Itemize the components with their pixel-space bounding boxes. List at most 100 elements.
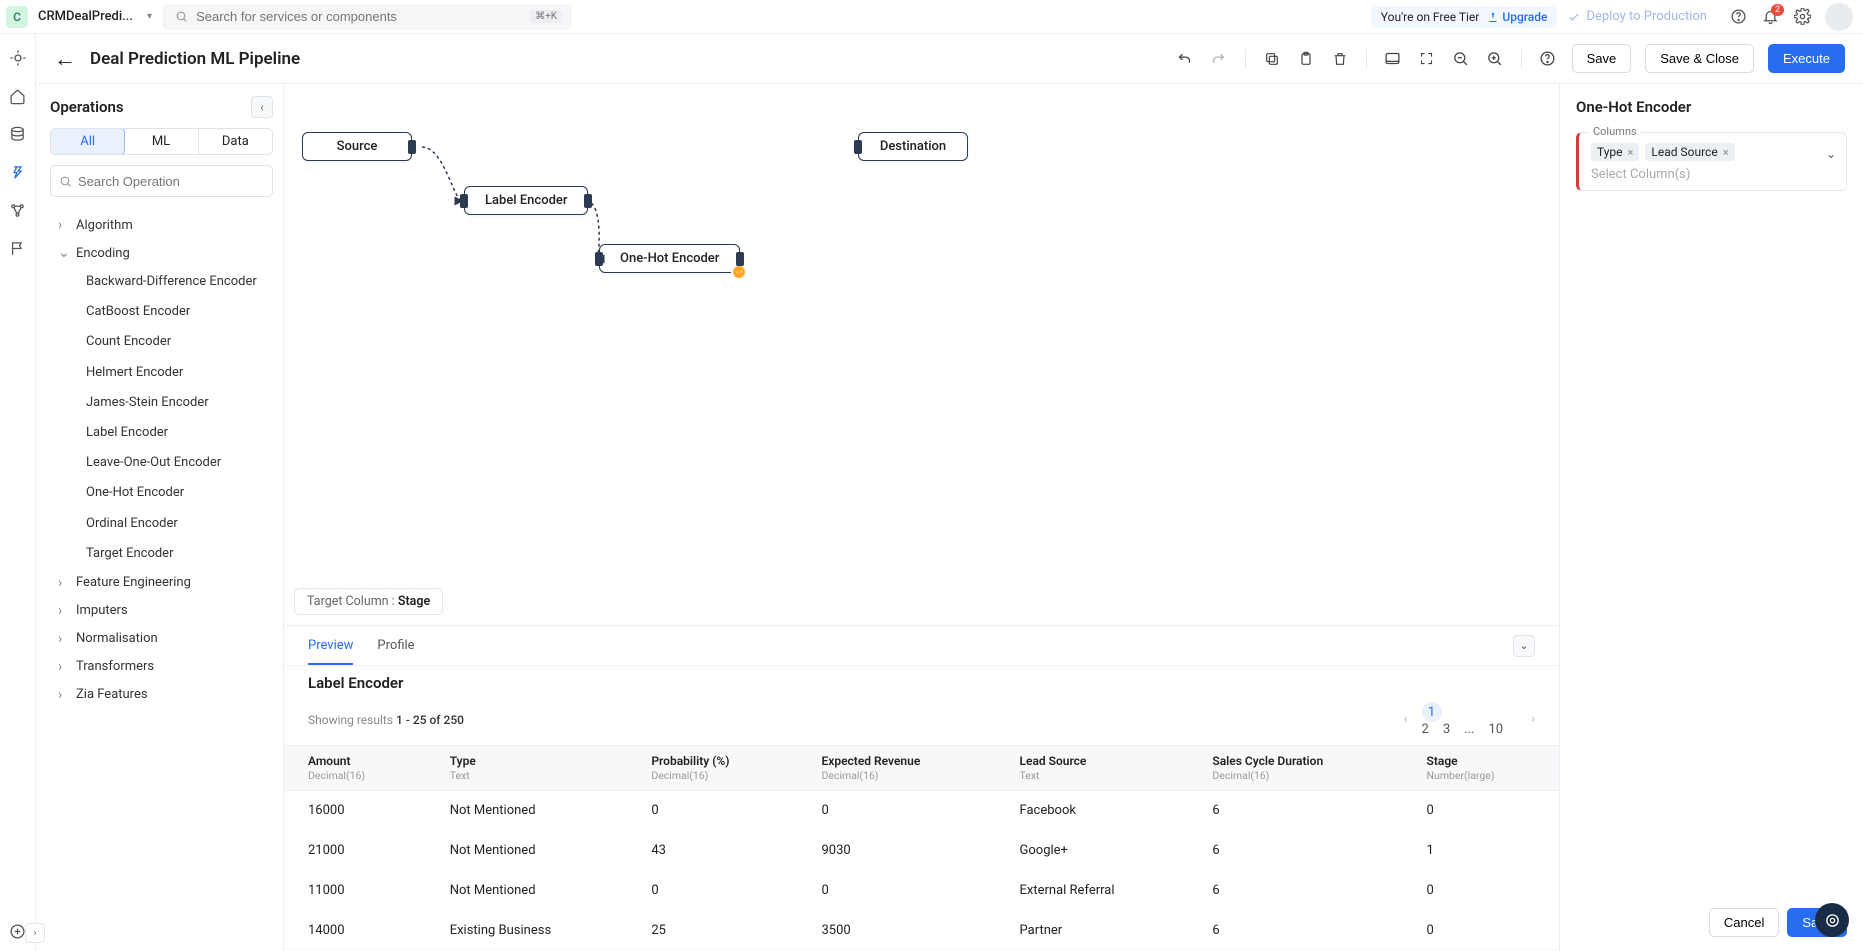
column-header[interactable]: Lead SourceText — [996, 746, 1189, 791]
deploy-button[interactable]: Deploy to Production — [1567, 9, 1707, 24]
operation-search-input[interactable] — [78, 174, 264, 189]
settings-icon[interactable] — [1793, 8, 1811, 26]
chip-remove-icon[interactable]: × — [1723, 146, 1729, 159]
global-search[interactable]: ⌘+K — [162, 4, 572, 30]
node-status-icon — [731, 264, 747, 280]
cancel-button[interactable]: Cancel — [1709, 908, 1779, 937]
tree-zia[interactable]: Zia Features — [50, 681, 273, 709]
table-cell: 6 — [1188, 791, 1402, 831]
rail-flag-icon[interactable] — [8, 238, 28, 258]
node-onehot-encoder[interactable]: One-Hot Encoder — [599, 244, 740, 273]
column-chip: Type × — [1591, 143, 1639, 161]
help-toolbar-icon[interactable] — [1538, 49, 1558, 69]
pager-page[interactable]: 2 — [1422, 722, 1429, 737]
column-header[interactable]: Probability (%)Decimal(16) — [627, 746, 797, 791]
project-name[interactable]: CRMDealPredi... — [38, 9, 133, 24]
tree-encoding-item[interactable]: Label Encoder — [50, 418, 273, 448]
pager-page[interactable]: ... — [1464, 722, 1474, 737]
zoom-out-icon[interactable] — [1451, 49, 1471, 69]
column-header[interactable]: StageNumber(large) — [1403, 746, 1559, 791]
pager-next-icon[interactable]: › — [1531, 712, 1535, 727]
rail-home-icon[interactable] — [8, 86, 28, 106]
tree-encoding-item[interactable]: Backward-Difference Encoder — [50, 267, 273, 297]
table-cell: Partner — [996, 911, 1189, 951]
execute-button[interactable]: Execute — [1768, 44, 1845, 73]
node-source[interactable]: Source — [302, 132, 412, 161]
paste-icon[interactable] — [1296, 49, 1316, 69]
preview-collapse-icon[interactable]: ⌄ — [1513, 635, 1535, 657]
tree-encoding-item[interactable]: James-Stein Encoder — [50, 388, 273, 418]
pager-page[interactable]: 1 — [1422, 702, 1442, 722]
tab-all[interactable]: All — [50, 128, 125, 155]
notifications-icon[interactable]: 2 — [1761, 8, 1779, 26]
tree-encoding-item[interactable]: One-Hot Encoder — [50, 478, 273, 508]
fullscreen-icon[interactable] — [1417, 49, 1437, 69]
global-search-input[interactable] — [196, 9, 524, 24]
tree-encoding-item[interactable]: Count Encoder — [50, 327, 273, 357]
column-header[interactable]: AmountDecimal(16) — [284, 746, 426, 791]
operation-search[interactable] — [50, 165, 273, 197]
save-close-button[interactable]: Save & Close — [1645, 44, 1754, 73]
zoom-in-icon[interactable] — [1485, 49, 1505, 69]
chip-remove-icon[interactable]: × — [1628, 146, 1634, 159]
tab-profile[interactable]: Profile — [377, 628, 414, 663]
tree-feature[interactable]: Feature Engineering — [50, 569, 273, 597]
fab-help-icon[interactable] — [1815, 903, 1849, 937]
tier-pill: You're on Free Tier Upgrade — [1371, 6, 1558, 28]
project-dropdown-icon[interactable]: ▾ — [147, 11, 152, 22]
tree-norm[interactable]: Normalisation — [50, 625, 273, 653]
tab-data[interactable]: Data — [199, 129, 272, 154]
chevron-down-icon[interactable]: ⌄ — [1826, 147, 1836, 161]
columns-field[interactable]: Columns Type ×Lead Source × ⌄ Select Col… — [1576, 132, 1847, 191]
pipeline-canvas[interactable]: Source Label Encoder One-Hot Encoder Des… — [284, 84, 1559, 625]
save-button[interactable]: Save — [1572, 44, 1632, 73]
undo-icon[interactable] — [1175, 49, 1195, 69]
help-icon[interactable] — [1729, 8, 1747, 26]
node-destination[interactable]: Destination — [858, 132, 968, 161]
column-chip: Lead Source × — [1645, 143, 1734, 161]
tree-imputers[interactable]: Imputers — [50, 597, 273, 625]
table-row[interactable]: 11000Not Mentioned00External Referral60 — [284, 871, 1559, 911]
tree-encoding-item[interactable]: CatBoost Encoder — [50, 297, 273, 327]
tree-encoding-item[interactable]: Ordinal Encoder — [50, 509, 273, 539]
tree-encoding-item[interactable]: Leave-One-Out Encoder — [50, 448, 273, 478]
pager-page[interactable]: 10 — [1488, 722, 1503, 737]
node-label-encoder[interactable]: Label Encoder — [464, 186, 588, 215]
rail-graph-icon[interactable] — [8, 200, 28, 220]
back-arrow-icon[interactable]: ← — [54, 46, 76, 72]
tree-encoding-item[interactable]: Helmert Encoder — [50, 358, 273, 388]
column-header[interactable]: Sales Cycle DurationDecimal(16) — [1188, 746, 1402, 791]
column-header[interactable]: TypeText — [426, 746, 628, 791]
rail-pipeline-icon[interactable] — [8, 162, 28, 182]
column-header[interactable]: Expected RevenueDecimal(16) — [798, 746, 996, 791]
tree-encoding[interactable]: Encoding — [50, 239, 273, 267]
tier-text: You're on Free Tier — [1381, 10, 1480, 24]
upgrade-link[interactable]: Upgrade — [1487, 10, 1547, 24]
table-cell: 1 — [1403, 831, 1559, 871]
tree-transformers[interactable]: Transformers — [50, 653, 273, 681]
copy-icon[interactable] — [1262, 49, 1282, 69]
redo-icon[interactable] — [1209, 49, 1229, 69]
table-cell: 16000 — [284, 791, 426, 831]
rail-icon-1[interactable] — [8, 48, 28, 68]
table-cell: 14000 — [284, 911, 426, 951]
collapse-operations-icon[interactable]: ‹ — [251, 96, 273, 118]
tree-encoding-item[interactable]: Target Encoder — [50, 539, 273, 569]
tree-algorithm[interactable]: Algorithm — [50, 211, 273, 239]
avatar[interactable] — [1825, 3, 1853, 31]
table-cell: 0 — [798, 791, 996, 831]
rail-database-icon[interactable] — [8, 124, 28, 144]
fit-icon[interactable] — [1383, 49, 1403, 69]
tab-preview[interactable]: Preview — [308, 628, 353, 665]
search-icon — [172, 8, 190, 26]
rail-add-icon[interactable] — [8, 921, 28, 941]
table-row[interactable]: 21000Not Mentioned439030Google+61 — [284, 831, 1559, 871]
results-text: Showing results 1 - 25 of 250 — [308, 713, 464, 727]
table-row[interactable]: 14000Existing Business253500Partner60 — [284, 911, 1559, 951]
table-cell: 6 — [1188, 831, 1402, 871]
table-row[interactable]: 16000Not Mentioned00Facebook60 — [284, 791, 1559, 831]
delete-icon[interactable] — [1330, 49, 1350, 69]
tab-ml[interactable]: ML — [124, 129, 198, 154]
pager-page[interactable]: 3 — [1443, 722, 1450, 737]
pager-prev-icon[interactable]: ‹ — [1404, 712, 1408, 727]
